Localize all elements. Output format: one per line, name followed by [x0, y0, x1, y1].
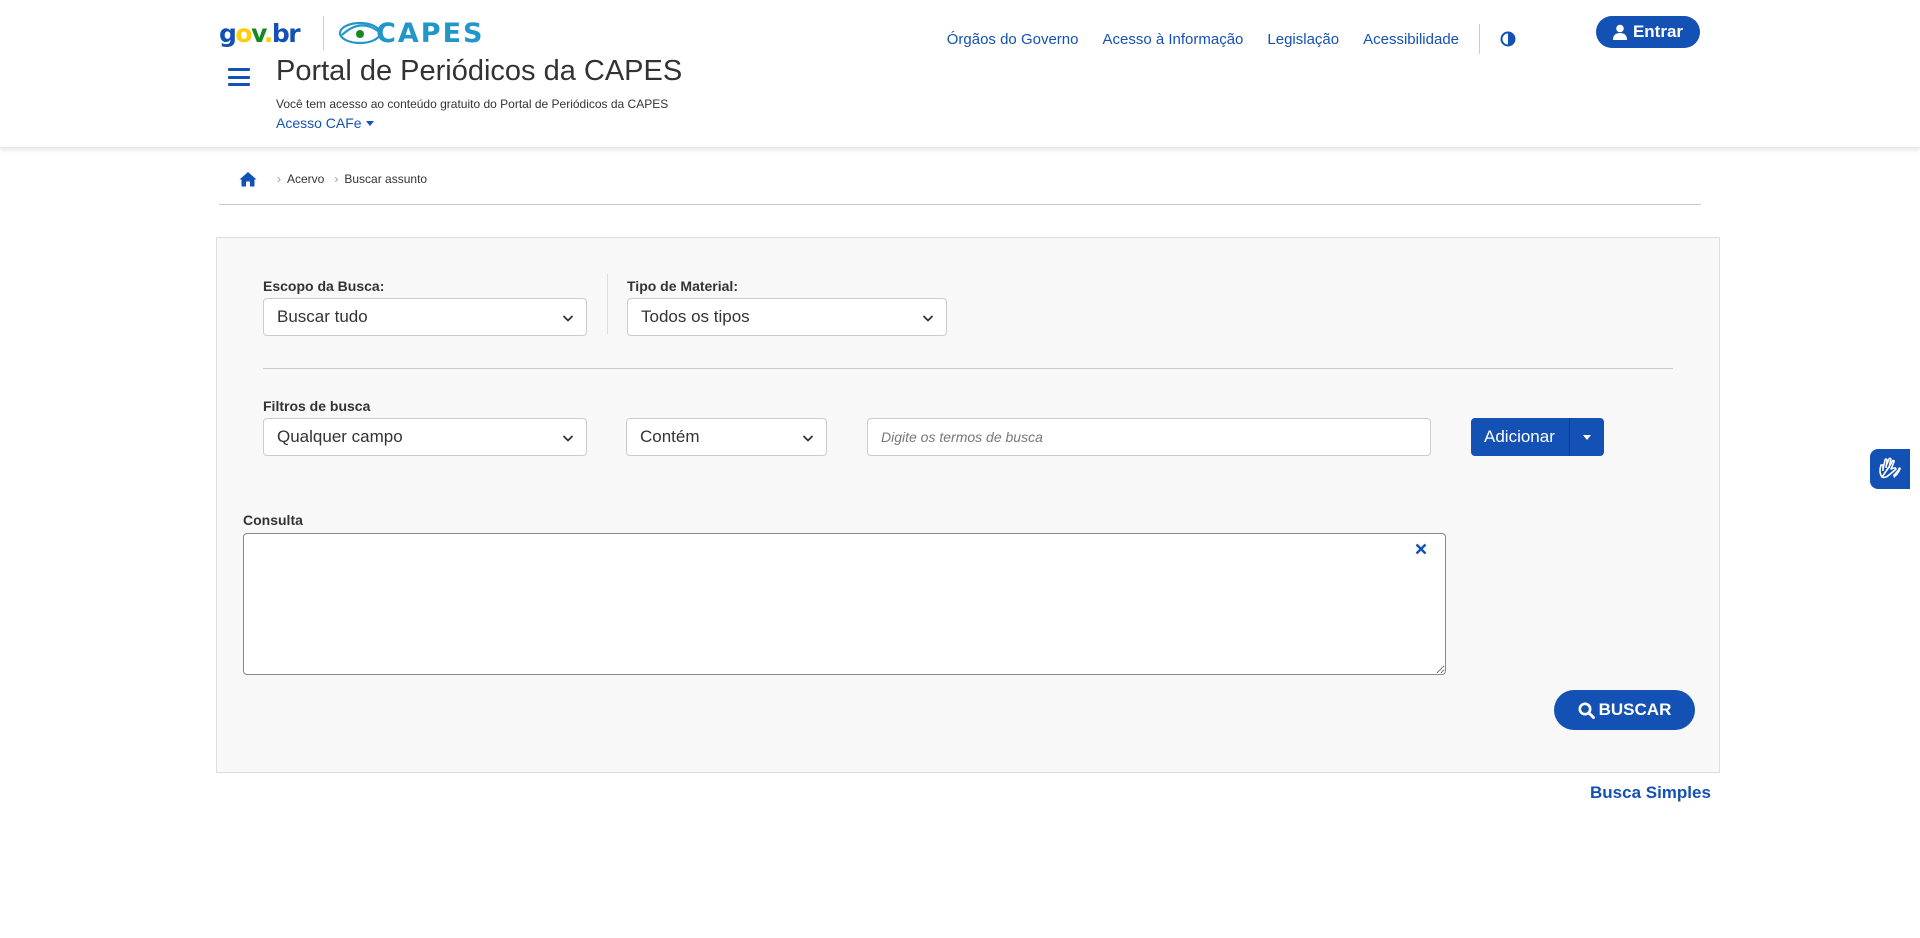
material-value: Todos os tipos — [641, 307, 750, 326]
field-value: Qualquer campo — [277, 427, 403, 446]
field-select[interactable]: Qualquer campo — [263, 418, 587, 456]
chevron-down-icon — [802, 435, 814, 442]
advanced-search-panel: Escopo da Busca: Buscar tudo Tipo de Mat… — [216, 237, 1720, 773]
search-button[interactable]: BUSCAR — [1554, 690, 1695, 730]
user-icon — [1612, 24, 1627, 40]
scope-label: Escopo da Busca: — [263, 278, 385, 294]
chevron-right-icon: › — [334, 171, 339, 186]
cafe-access-dropdown[interactable]: Acesso CAFe — [276, 115, 374, 131]
capes-logo[interactable]: CAPES — [338, 18, 484, 48]
link-acesso-informacao[interactable]: Acesso à Informação — [1102, 31, 1243, 48]
add-filter-button-group: Adicionar — [1471, 418, 1604, 456]
page-subtitle: Você tem acesso ao conteúdo gratuito do … — [276, 97, 669, 111]
capes-wordmark: CAPES — [376, 17, 485, 49]
section-divider — [263, 368, 1673, 369]
breadcrumb-item-acervo[interactable]: Acervo — [287, 172, 324, 186]
scope-value: Buscar tudo — [277, 307, 368, 326]
simple-search-link[interactable]: Busca Simples — [1590, 783, 1711, 803]
breadcrumb-item-buscar-assunto: Buscar assunto — [344, 171, 428, 186]
hamburger-icon[interactable] — [228, 66, 252, 88]
sign-language-icon[interactable] — [1870, 449, 1910, 489]
site-header: gov.br CAPES Órgãos do Governo Acesso à … — [0, 0, 1920, 148]
filters-label: Filtros de busca — [263, 398, 371, 414]
operator-value: Contém — [640, 427, 700, 446]
page-title: Portal de Periódicos da CAPES — [276, 55, 683, 87]
search-terms-input[interactable] — [867, 418, 1431, 456]
chevron-down-icon — [562, 435, 574, 442]
search-icon — [1578, 702, 1595, 719]
scope-divider — [607, 274, 608, 334]
chevron-down-icon — [922, 315, 934, 322]
logos: gov.br CAPES — [219, 14, 484, 52]
search-button-label: BUSCAR — [1598, 700, 1672, 719]
login-label: Entrar — [1632, 22, 1684, 41]
close-icon[interactable] — [1414, 542, 1428, 556]
material-select[interactable]: Todos os tipos — [627, 298, 947, 336]
link-orgaos-governo[interactable]: Órgãos do Governo — [947, 31, 1079, 48]
add-filter-dropdown-toggle[interactable] — [1569, 418, 1604, 456]
caret-down-icon — [1583, 434, 1591, 440]
header-nav: Órgãos do Governo Acesso à Informação Le… — [923, 24, 1516, 54]
chevron-right-icon: › — [277, 171, 281, 186]
query-textarea[interactable] — [243, 533, 1446, 675]
home-icon[interactable] — [239, 171, 257, 187]
login-button[interactable]: Entrar — [1596, 16, 1700, 48]
contrast-icon[interactable] — [1500, 31, 1516, 47]
query-label: Consulta — [243, 512, 303, 528]
govbr-logo[interactable]: gov.br — [219, 21, 301, 46]
logo-divider — [323, 16, 325, 50]
scope-select[interactable]: Buscar tudo — [263, 298, 587, 336]
breadcrumb-trail: › Acervo › Buscar assunto — [277, 172, 437, 186]
link-legislacao[interactable]: Legislação — [1267, 31, 1339, 48]
breadcrumb: › Acervo › Buscar assunto — [219, 163, 1701, 205]
caret-down-icon — [365, 120, 374, 126]
header-divider — [1479, 24, 1480, 54]
chevron-down-icon — [562, 315, 574, 322]
cafe-access-label: Acesso CAFe — [276, 115, 362, 131]
link-acessibilidade[interactable]: Acessibilidade — [1363, 31, 1459, 48]
add-filter-button[interactable]: Adicionar — [1471, 418, 1569, 456]
material-label: Tipo de Material: — [627, 278, 738, 294]
operator-select[interactable]: Contém — [626, 418, 827, 456]
